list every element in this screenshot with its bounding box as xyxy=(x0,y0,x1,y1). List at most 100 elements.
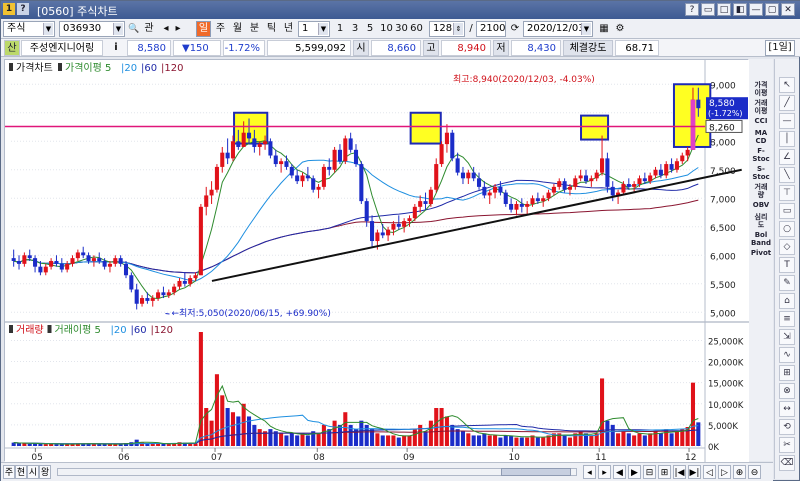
next-icon[interactable]: ▸ xyxy=(172,21,184,37)
volume-tick-label: 25,000K xyxy=(708,337,744,347)
drawing-tool-icon[interactable]: ⇲ xyxy=(779,329,795,345)
drawing-tool-icon[interactable]: ▭ xyxy=(779,203,795,219)
indicator-pivot[interactable]: Pivot xyxy=(749,249,773,257)
scrollbar[interactable] xyxy=(57,468,577,476)
bottom-bar: 주 현 시 왕 ◂ ▸ ◀ ▶ ⊟ ⊞ |◀ ▶| ◁ ▷ ⊕ ⊖ xyxy=(1,462,773,481)
interval-select[interactable]: 1 ▼ xyxy=(298,21,330,37)
drawing-tool-icon[interactable]: ╲ xyxy=(779,167,795,183)
drawing-tool-icon[interactable]: ⟲ xyxy=(779,419,795,435)
nav-button[interactable]: ▶| xyxy=(688,465,701,479)
info-icon[interactable]: i xyxy=(111,40,121,56)
period-tab[interactable]: 년 xyxy=(281,21,296,37)
drawing-tool-icon[interactable]: T xyxy=(779,257,795,273)
stock-code-input[interactable]: 036930 ▼ xyxy=(59,21,125,37)
drawing-tool-icon[interactable]: ↔ xyxy=(779,401,795,417)
highlight-box[interactable] xyxy=(409,111,442,145)
interval-button[interactable]: 1 xyxy=(334,21,346,37)
drawing-tool-icon[interactable]: — xyxy=(779,113,795,129)
nav-button[interactable]: ⊖ xyxy=(748,465,761,479)
nav-button[interactable]: ◁ xyxy=(703,465,716,479)
date-input[interactable]: 2020/12/03 ▼ xyxy=(523,21,593,37)
total-input[interactable]: 2100 xyxy=(476,21,506,37)
drawing-tool-icon[interactable]: ⌫ xyxy=(779,455,795,471)
drawing-tool-icon[interactable]: ↖ xyxy=(779,77,795,93)
window-button[interactable]: ? xyxy=(685,3,699,16)
drawing-tool-icon[interactable]: ∿ xyxy=(779,347,795,363)
indicator-bollinger[interactable]: CCI xyxy=(749,117,773,125)
price-volume-chart[interactable]: 9,0008,5008,0007,5007,0006,5006,0005,500… xyxy=(5,60,749,463)
period-badge[interactable]: [1일] xyxy=(765,40,795,56)
interval-button[interactable]: 10 xyxy=(379,21,394,37)
bottom-tab[interactable]: 왕 xyxy=(39,465,51,479)
count-input[interactable]: 128 ⇕ xyxy=(429,21,465,37)
nav-button[interactable]: ◂ xyxy=(583,465,596,479)
highlight-box[interactable] xyxy=(233,111,269,145)
nav-button[interactable]: ▷ xyxy=(718,465,731,479)
bottom-tab[interactable]: 현 xyxy=(15,465,27,479)
drawing-tool-icon[interactable]: ○ xyxy=(779,221,795,237)
indicator-fstoc[interactable]: F- Stoc xyxy=(749,147,773,163)
bottom-tab[interactable]: 시 xyxy=(27,465,39,479)
interval-button[interactable]: 60 xyxy=(409,21,424,37)
drawing-tool-icon[interactable]: ╱ xyxy=(779,95,795,111)
drawing-tool-icon[interactable]: ✂ xyxy=(779,437,795,453)
stepper-icon[interactable]: ⇕ xyxy=(453,23,463,35)
indicator-bband[interactable]: Bol Band xyxy=(749,231,773,247)
chart-area[interactable]: 9,0008,5008,0007,5007,0006,5006,0005,500… xyxy=(4,59,749,463)
period-tab[interactable]: 월 xyxy=(230,21,245,37)
drawing-tool-icon[interactable]: ⌂ xyxy=(779,293,795,309)
candle-body xyxy=(305,175,310,179)
interval-button[interactable]: 30 xyxy=(394,21,409,37)
scroll-thumb[interactable] xyxy=(501,468,571,476)
window-button[interactable]: — xyxy=(749,3,763,16)
volume-bar xyxy=(658,433,663,446)
drawing-tool-icon[interactable]: ⊞ xyxy=(779,365,795,381)
highlight-box[interactable] xyxy=(580,114,610,141)
period-tab[interactable]: 일 xyxy=(196,21,211,37)
market-select[interactable]: 주식 ▼ xyxy=(3,21,55,37)
window-button[interactable]: ▢ xyxy=(765,3,779,16)
drawing-tool-icon[interactable]: │ xyxy=(779,131,795,147)
nav-button[interactable]: ⊟ xyxy=(643,465,656,479)
interval-button[interactable]: 5 xyxy=(364,21,376,37)
period-tab[interactable]: 틱 xyxy=(264,21,279,37)
search-icon[interactable]: 🔍 xyxy=(128,21,140,37)
nav-button[interactable]: ⊕ xyxy=(733,465,746,479)
prev-icon[interactable]: ◂ xyxy=(160,21,172,37)
nav-button[interactable]: |◀ xyxy=(673,465,686,479)
nav-button[interactable]: ▸ xyxy=(598,465,611,479)
stock-group-icon[interactable]: 산 xyxy=(4,40,20,56)
indicator-psy[interactable]: 심리 도 xyxy=(749,213,773,229)
drawing-tool-icon[interactable]: ✎ xyxy=(779,275,795,291)
period-tab[interactable]: 분 xyxy=(247,21,262,37)
volume-bar xyxy=(407,435,412,446)
window-button[interactable]: □ xyxy=(717,3,731,16)
indicator-macd[interactable]: MA CD xyxy=(749,129,773,145)
drawing-tool-icon[interactable]: ≡ xyxy=(779,311,795,327)
nav-button[interactable]: ⊞ xyxy=(658,465,671,479)
drawing-tool-icon[interactable]: ⊤ xyxy=(779,185,795,201)
period-tab[interactable]: 주 xyxy=(213,21,228,37)
help-icon[interactable]: 1 xyxy=(3,3,15,15)
window-button[interactable]: ✕ xyxy=(781,3,795,16)
interval-button[interactable]: 3 xyxy=(349,21,361,37)
settings-icon[interactable]: ⚙ xyxy=(613,21,627,37)
drawing-tool-icon[interactable]: ⊗ xyxy=(779,383,795,399)
drawing-tool-icon[interactable]: ∠ xyxy=(779,149,795,165)
bottom-tab[interactable]: 주 xyxy=(3,465,15,479)
indicator-volume[interactable]: 거래 량 xyxy=(749,183,773,199)
window-menu-icon[interactable]: ? xyxy=(17,3,29,15)
indicator-obv[interactable]: OBV xyxy=(749,201,773,209)
refresh-icon[interactable]: ⟳ xyxy=(509,21,521,37)
window-button[interactable]: ▭ xyxy=(701,3,715,16)
indicator-volume-ma[interactable]: 거래 이평 xyxy=(749,99,773,115)
nav-button[interactable]: ▶ xyxy=(628,465,641,479)
nav-button[interactable]: ◀ xyxy=(613,465,626,479)
indicator-price-ma[interactable]: 가격 이평 xyxy=(749,81,773,97)
indicator-sstoc[interactable]: S- Stoc xyxy=(749,165,773,181)
calendar-icon[interactable]: ▦ xyxy=(597,21,611,37)
gwan-button[interactable]: 관 xyxy=(142,21,156,37)
drawing-tool-icon[interactable]: ◇ xyxy=(779,239,795,255)
window-button[interactable]: ◧ xyxy=(733,3,747,16)
candle-body xyxy=(332,149,337,170)
